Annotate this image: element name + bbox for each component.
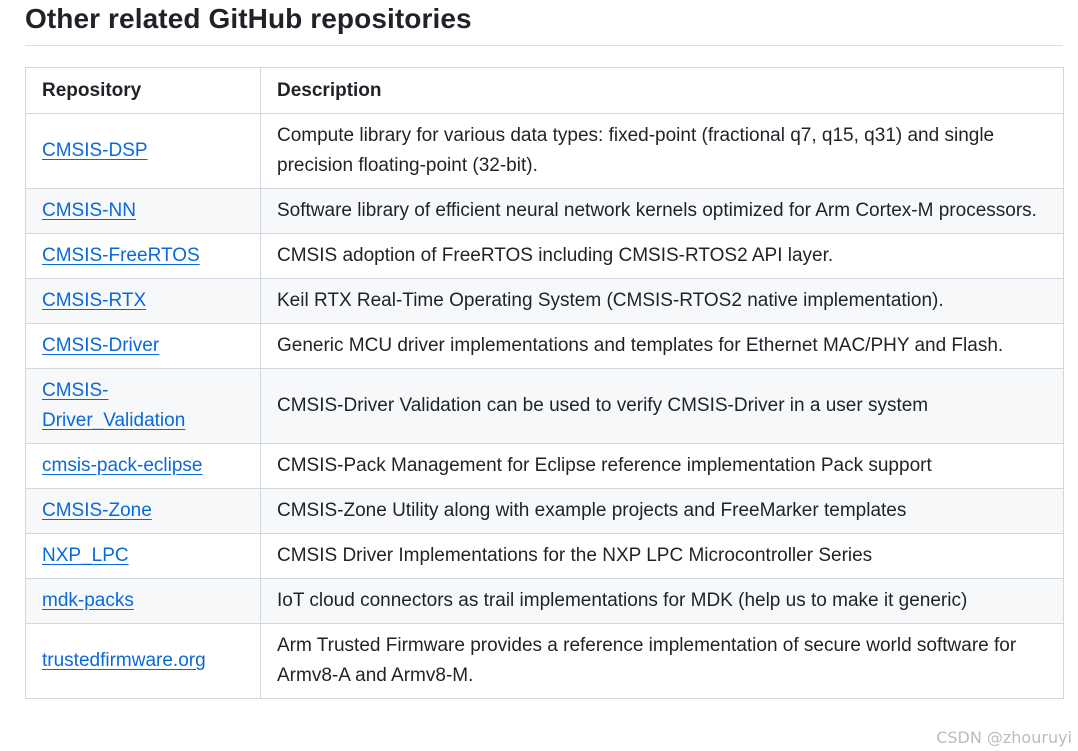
description-cell: CMSIS adoption of FreeRTOS including CMS…: [260, 233, 1064, 279]
description-cell: IoT cloud connectors as trail implementa…: [260, 578, 1064, 624]
description-cell: CMSIS-Pack Management for Eclipse refere…: [260, 443, 1064, 489]
table-row: CMSIS-DSP Compute library for various da…: [25, 113, 1064, 189]
table-row: cmsis-pack-eclipse CMSIS-Pack Management…: [25, 443, 1064, 489]
table-row: CMSIS-FreeRTOS CMSIS adoption of FreeRTO…: [25, 233, 1064, 279]
section-heading: Other related GitHub repositories: [25, 3, 472, 34]
repo-link-cmsis-nn[interactable]: CMSIS-NN: [42, 200, 136, 221]
page: Other related GitHub repositories Reposi…: [0, 0, 1078, 751]
repo-link-cmsis-driver[interactable]: CMSIS-Driver: [42, 335, 159, 356]
repositories-table: Repository Description CMSIS-DSP Compute…: [25, 67, 1064, 699]
description-cell: Arm Trusted Firmware provides a referenc…: [260, 623, 1064, 699]
repo-link-cmsis-pack-eclipse[interactable]: cmsis-pack-eclipse: [42, 455, 202, 476]
description-cell: Software library of efficient neural net…: [260, 188, 1064, 234]
repo-cell: cmsis-pack-eclipse: [25, 443, 261, 489]
table-row: CMSIS-RTX Keil RTX Real-Time Operating S…: [25, 278, 1064, 324]
description-cell: Compute library for various data types: …: [260, 113, 1064, 189]
repo-cell: CMSIS-NN: [25, 188, 261, 234]
table-row: CMSIS-NN Software library of efficient n…: [25, 188, 1064, 234]
repo-link-cmsis-rtx[interactable]: CMSIS-RTX: [42, 290, 146, 311]
description-cell: Generic MCU driver implementations and t…: [260, 323, 1064, 369]
repo-link-cmsis-freertos[interactable]: CMSIS-FreeRTOS: [42, 245, 200, 266]
repo-link-cmsis-dsp[interactable]: CMSIS-DSP: [42, 140, 148, 161]
table-row: CMSIS-Zone CMSIS-Zone Utility along with…: [25, 488, 1064, 534]
description-cell: CMSIS-Zone Utility along with example pr…: [260, 488, 1064, 534]
repo-cell: CMSIS-Driver_Validation: [25, 368, 261, 444]
table-row: CMSIS-Driver Generic MCU driver implemen…: [25, 323, 1064, 369]
repo-cell: CMSIS-DSP: [25, 113, 261, 189]
heading-divider: [25, 45, 1063, 46]
repo-cell: NXP_LPC: [25, 533, 261, 579]
description-cell: CMSIS-Driver Validation can be used to v…: [260, 368, 1064, 444]
table-row: CMSIS-Driver_Validation CMSIS-Driver Val…: [25, 368, 1064, 444]
repo-link-cmsis-zone[interactable]: CMSIS-Zone: [42, 500, 152, 521]
table-row: mdk-packs IoT cloud connectors as trail …: [25, 578, 1064, 624]
repo-link-mdk-packs[interactable]: mdk-packs: [42, 590, 134, 611]
column-header-repository: Repository: [25, 67, 261, 114]
repo-cell: CMSIS-FreeRTOS: [25, 233, 261, 279]
repo-link-nxp-lpc[interactable]: NXP_LPC: [42, 545, 129, 566]
table-row: trustedfirmware.org Arm Trusted Firmware…: [25, 623, 1064, 699]
description-cell: CMSIS Driver Implementations for the NXP…: [260, 533, 1064, 579]
description-cell: Keil RTX Real-Time Operating System (CMS…: [260, 278, 1064, 324]
repo-cell: trustedfirmware.org: [25, 623, 261, 699]
repo-cell: CMSIS-Zone: [25, 488, 261, 534]
repo-cell: CMSIS-Driver: [25, 323, 261, 369]
repo-link-cmsis-driver-validation[interactable]: CMSIS-Driver_Validation: [42, 380, 185, 431]
column-header-description: Description: [260, 67, 1064, 114]
repo-cell: CMSIS-RTX: [25, 278, 261, 324]
watermark: CSDN @zhouruyi: [936, 728, 1072, 747]
repo-link-trustedfirmware[interactable]: trustedfirmware.org: [42, 650, 206, 671]
table-header-row: Repository Description: [25, 67, 1064, 114]
table-row: NXP_LPC CMSIS Driver Implementations for…: [25, 533, 1064, 579]
repo-cell: mdk-packs: [25, 578, 261, 624]
